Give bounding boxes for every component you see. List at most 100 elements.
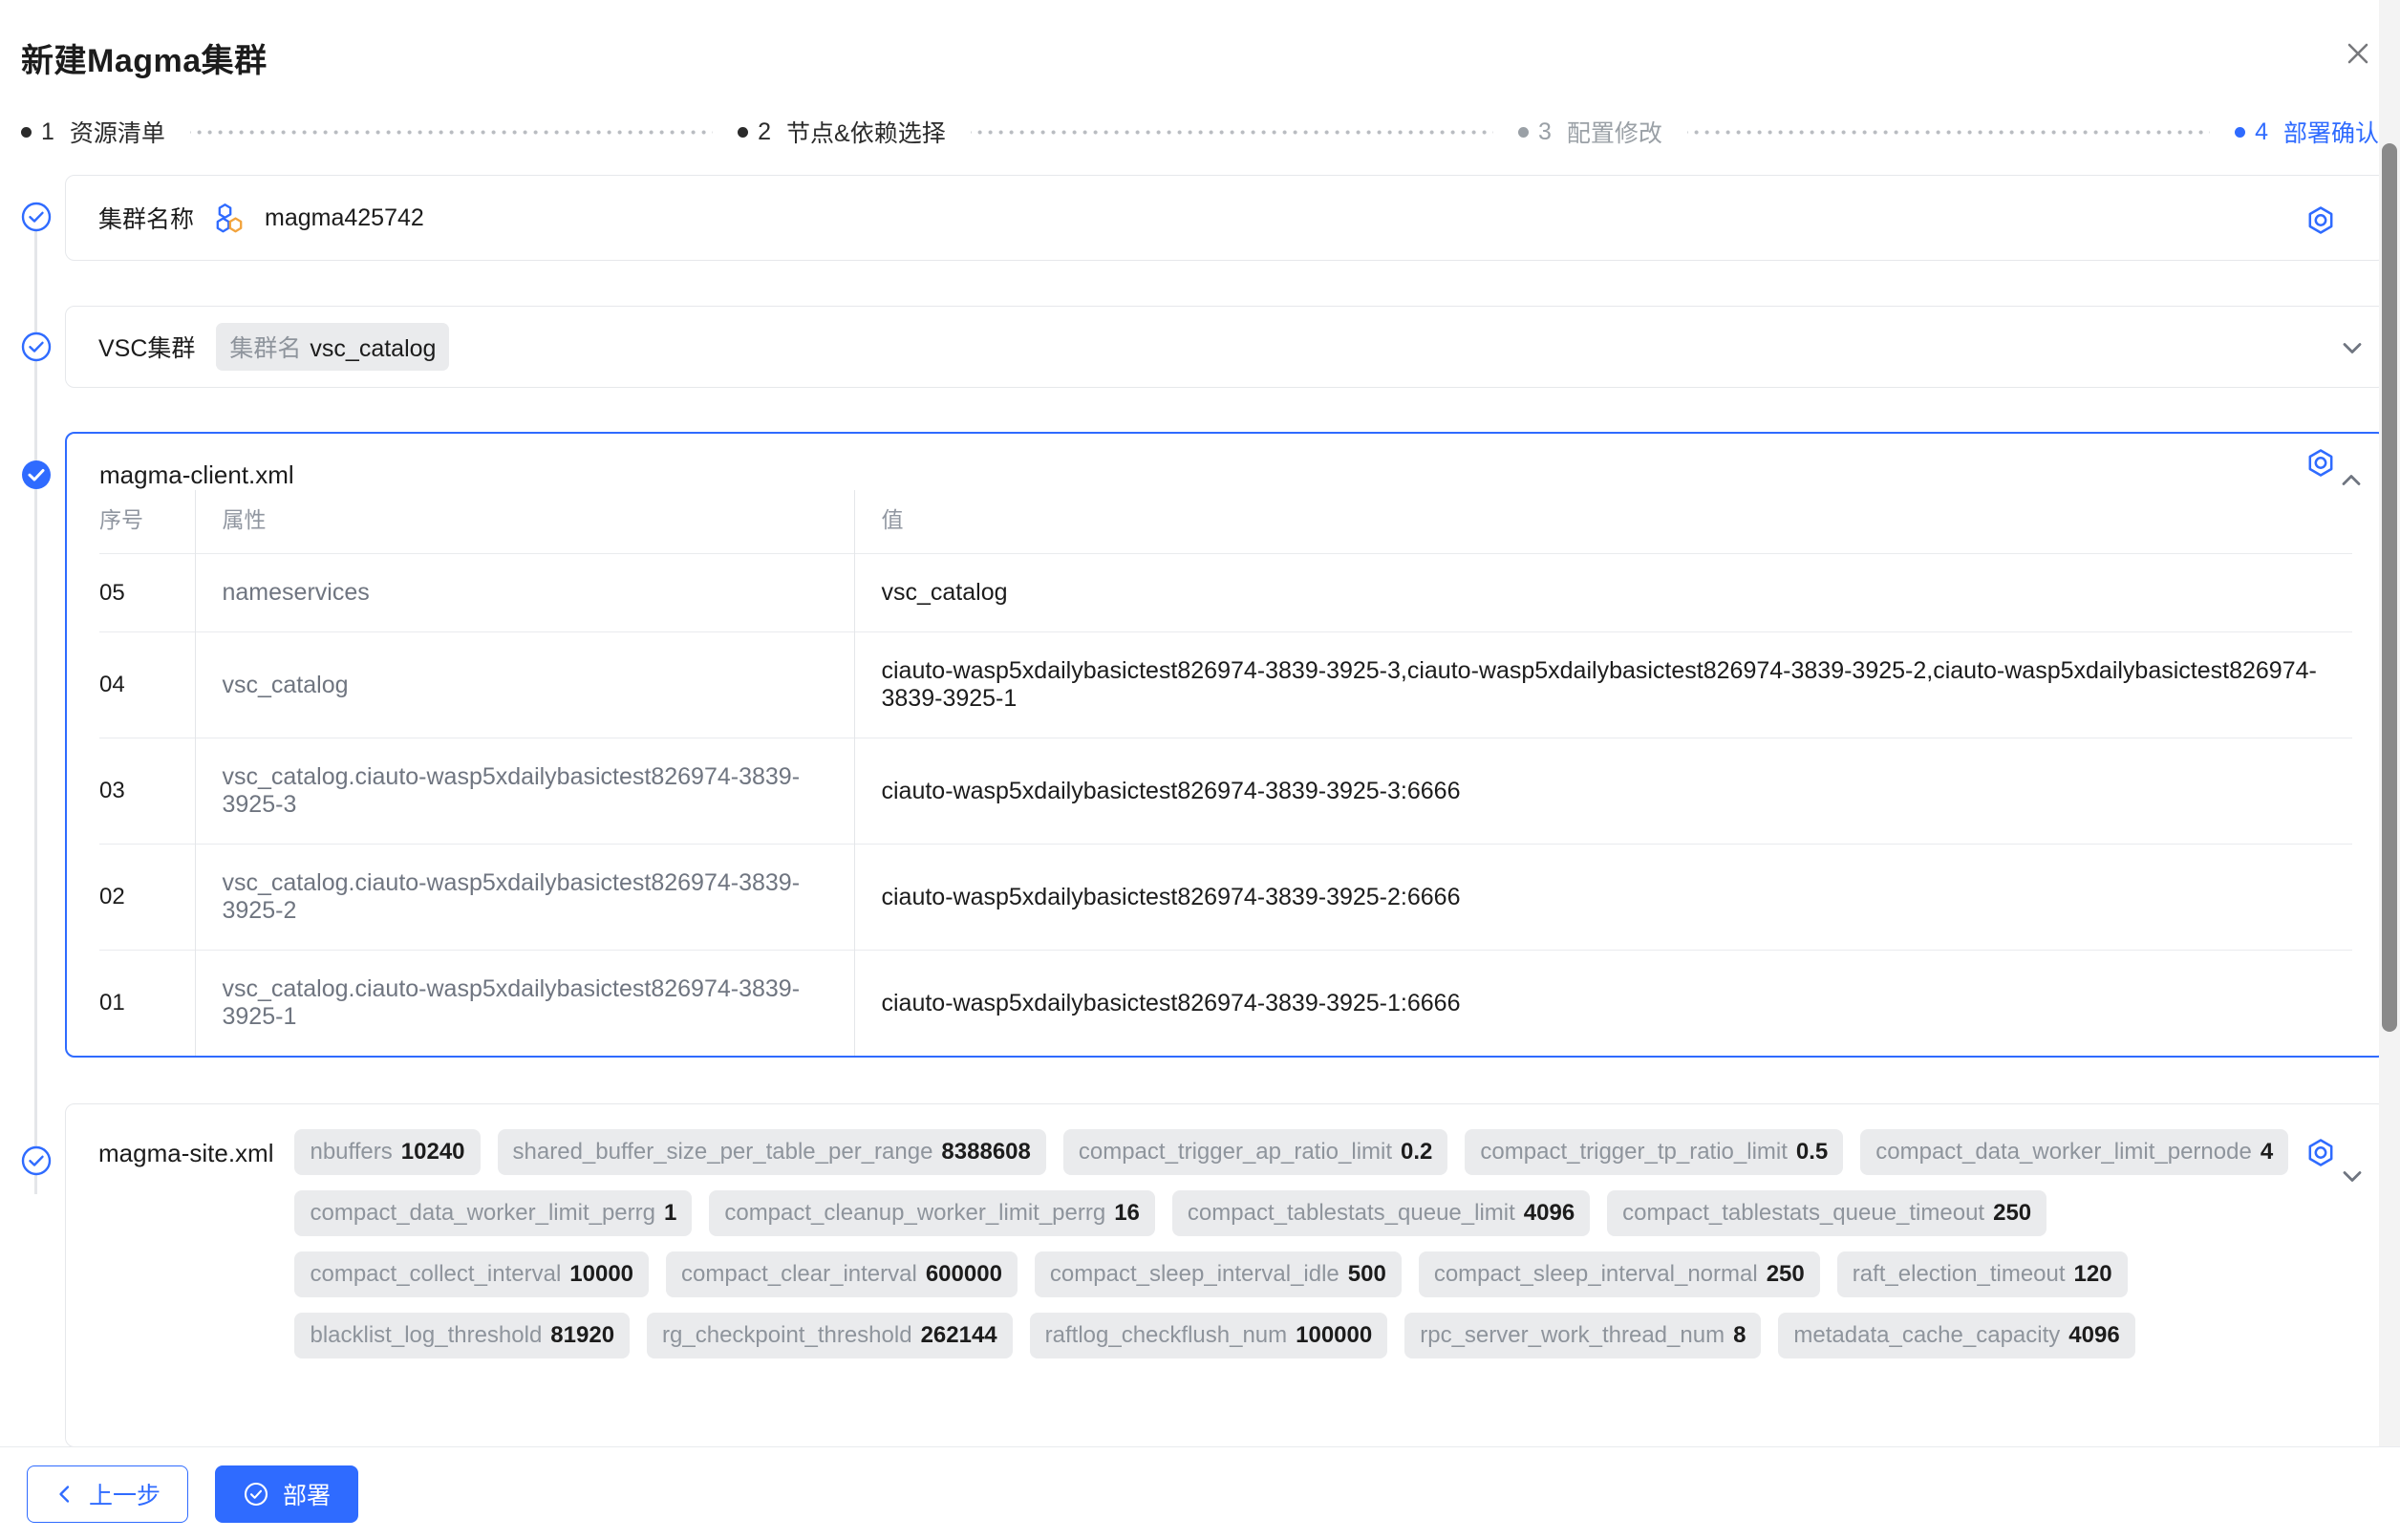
col-header-index: 序号 (99, 507, 143, 532)
config-tag[interactable]: compact_tablestats_queue_limit 4096 (1171, 1190, 1591, 1236)
config-tag[interactable]: compact_trigger_ap_ratio_limit 0.2 (1062, 1129, 1448, 1175)
step-number: 1 (41, 118, 54, 145)
vsc-cluster-chip: 集群名 vsc_catalog (216, 323, 450, 371)
config-tag-key: blacklist_log_threshold (310, 1322, 543, 1348)
config-tag-key: shared_buffer_size_per_table_per_range (512, 1139, 933, 1165)
vsc-cluster-chip-key: 集群名 (229, 335, 302, 362)
vertical-scrollbar-thumb[interactable] (2382, 143, 2397, 1032)
magma-client-collapse-toggle[interactable] (2335, 464, 2368, 497)
config-tag-key: compact_sleep_interval_idle (1049, 1261, 1339, 1287)
magma-cluster-icon (216, 203, 243, 233)
step-connector (1686, 126, 2211, 138)
step-label: 部署确认 (2283, 120, 2380, 147)
table-row[interactable]: 03 vsc_catalog.ciauto-wasp5xdailybasicte… (99, 738, 2352, 845)
config-tag-value: 600000 (925, 1261, 1002, 1287)
timeline-node-magma-site (18, 1143, 54, 1179)
hex-target-icon (2308, 1139, 2333, 1166)
close-button[interactable] (2337, 32, 2379, 75)
vertical-scrollbar-track[interactable] (2379, 0, 2400, 1446)
config-tag[interactable]: compact_tablestats_queue_timeout 250 (1607, 1190, 2047, 1236)
step-3[interactable]: 3 配置修改 (1517, 115, 1662, 149)
hex-target-icon (2308, 449, 2333, 477)
config-tag-key: compact_cleanup_worker_limit_perrg (724, 1200, 1106, 1226)
magma-client-table: 序号 属性 值 05 nameservices vsc_catalog 04 v… (99, 490, 2352, 1056)
previous-step-button[interactable]: 上一步 (27, 1465, 189, 1523)
step-connector (189, 126, 714, 138)
step-connector (970, 126, 1493, 138)
close-icon (2347, 43, 2368, 64)
magma-client-card[interactable]: magma-client.xml 序号 属性 值 05 nameservices… (65, 432, 2387, 1058)
step-1[interactable]: 1 资源清单 (21, 115, 165, 149)
row-index: 03 (99, 738, 195, 845)
row-value: vsc_catalog (853, 553, 2352, 632)
hex-target-icon (2308, 206, 2333, 234)
config-tag[interactable]: compact_cleanup_worker_limit_perrg 16 (709, 1190, 1155, 1236)
chevron-down-icon (2343, 1171, 2362, 1182)
row-attribute: vsc_catalog.ciauto-wasp5xdailybasictest8… (194, 738, 854, 845)
config-tag[interactable]: compact_clear_interval 600000 (666, 1251, 1018, 1297)
chevron-up-icon (2342, 475, 2361, 485)
config-tag-value: 16 (1114, 1200, 1140, 1226)
check-circle-outline-icon (21, 202, 52, 232)
table-row[interactable]: 05 nameservices vsc_catalog (99, 553, 2352, 632)
new-magma-cluster-dialog: 新建Magma集群 1 资源清单 2 节点&依赖选择 3 配置修改 4 部署确认 (0, 0, 2400, 1540)
config-tag-value: 100000 (1296, 1322, 1373, 1348)
timeline-node-magma-client (18, 457, 54, 493)
table-row[interactable]: 01 vsc_catalog.ciauto-wasp5xdailybasicte… (99, 950, 2352, 1056)
config-tag-value: 8 (1733, 1322, 1746, 1348)
config-tag-key: metadata_cache_capacity (1793, 1322, 2061, 1348)
check-circle-outline-icon (21, 1145, 52, 1176)
stepper: 1 资源清单 2 节点&依赖选择 3 配置修改 4 部署确认 (21, 113, 2379, 151)
magma-site-expand-toggle[interactable] (2336, 1160, 2368, 1192)
step-dot-icon (2235, 126, 2246, 138)
magma-site-title: magma-site.xml (98, 1139, 274, 1167)
vsc-cluster-card[interactable]: VSC集群 集群名 vsc_catalog (65, 306, 2387, 388)
step-number: 4 (2255, 118, 2268, 145)
config-tag[interactable]: compact_sleep_interval_normal 250 (1418, 1251, 1820, 1297)
config-tag[interactable]: rpc_server_work_thread_num 8 (1404, 1313, 1762, 1358)
vsc-cluster-expand-toggle[interactable] (2336, 332, 2368, 364)
magma-site-action-button[interactable] (2304, 1137, 2337, 1169)
config-tag-key: raft_election_timeout (1852, 1261, 2066, 1287)
config-tag[interactable]: compact_data_worker_limit_pernode 4 (1860, 1129, 2289, 1175)
config-tag[interactable]: raftlog_checkflush_num 100000 (1029, 1313, 1388, 1358)
table-header-row: 序号 属性 值 (99, 490, 2352, 554)
config-tag-value: 0.5 (1795, 1139, 1829, 1165)
cluster-name-action-button[interactable] (2304, 204, 2337, 237)
config-tag[interactable]: compact_collect_interval 10000 (294, 1251, 650, 1297)
row-value: ciauto-wasp5xdailybasictest826974-3839-3… (853, 738, 2352, 845)
config-tag-value: 4 (2260, 1139, 2274, 1165)
step-label: 配置修改 (1566, 120, 1662, 147)
config-tag[interactable]: blacklist_log_threshold 81920 (294, 1313, 631, 1358)
cluster-name-value: magma425742 (265, 203, 424, 231)
table-row[interactable]: 04 vsc_catalog ciauto-wasp5xdailybasicte… (99, 631, 2352, 738)
config-tag-value: 81920 (550, 1322, 615, 1348)
magma-client-action-button[interactable] (2304, 447, 2337, 480)
step-label: 资源清单 (69, 120, 165, 147)
row-index: 02 (99, 844, 195, 951)
step-dot-icon (738, 126, 749, 138)
cluster-name-card[interactable]: 集群名称 magma425742 (65, 175, 2387, 261)
row-index: 05 (99, 553, 195, 632)
config-tag[interactable]: shared_buffer_size_per_table_per_range 83… (497, 1129, 1046, 1175)
magma-site-card[interactable]: magma-site.xml nbuffers 10240 shared_buff… (65, 1103, 2387, 1447)
config-tag[interactable]: rg_checkpoint_threshold 262144 (647, 1313, 1013, 1358)
previous-step-label: 上一步 (89, 1482, 161, 1509)
config-tag[interactable]: compact_trigger_tp_ratio_limit 0.5 (1465, 1129, 1844, 1175)
deploy-button[interactable]: 部署 (215, 1465, 359, 1523)
config-tag[interactable]: raft_election_timeout 120 (1836, 1251, 2128, 1297)
magma-site-tag-list: nbuffers 10240 shared_buffer_size_per_tab… (294, 1129, 2319, 1358)
table-row[interactable]: 02 vsc_catalog.ciauto-wasp5xdailybasicte… (99, 844, 2352, 951)
step-dot-icon (21, 126, 32, 138)
step-2[interactable]: 2 节点&依赖选择 (738, 115, 946, 149)
config-tag-key: raftlog_checkflush_num (1044, 1322, 1288, 1348)
config-tag-value: 250 (1766, 1261, 1805, 1287)
config-tag[interactable]: metadata_cache_capacity 4096 (1778, 1313, 2135, 1358)
config-tag[interactable]: compact_sleep_interval_idle 500 (1034, 1251, 1402, 1297)
vsc-cluster-label: VSC集群 (98, 335, 196, 362)
timeline-node-vsc-cluster (18, 329, 54, 365)
step-dot-icon (1517, 126, 1529, 138)
step-4[interactable]: 4 部署确认 (2235, 115, 2379, 149)
config-tag[interactable]: compact_data_worker_limit_perrg 1 (294, 1190, 693, 1236)
config-tag[interactable]: nbuffers 10240 (294, 1129, 481, 1175)
